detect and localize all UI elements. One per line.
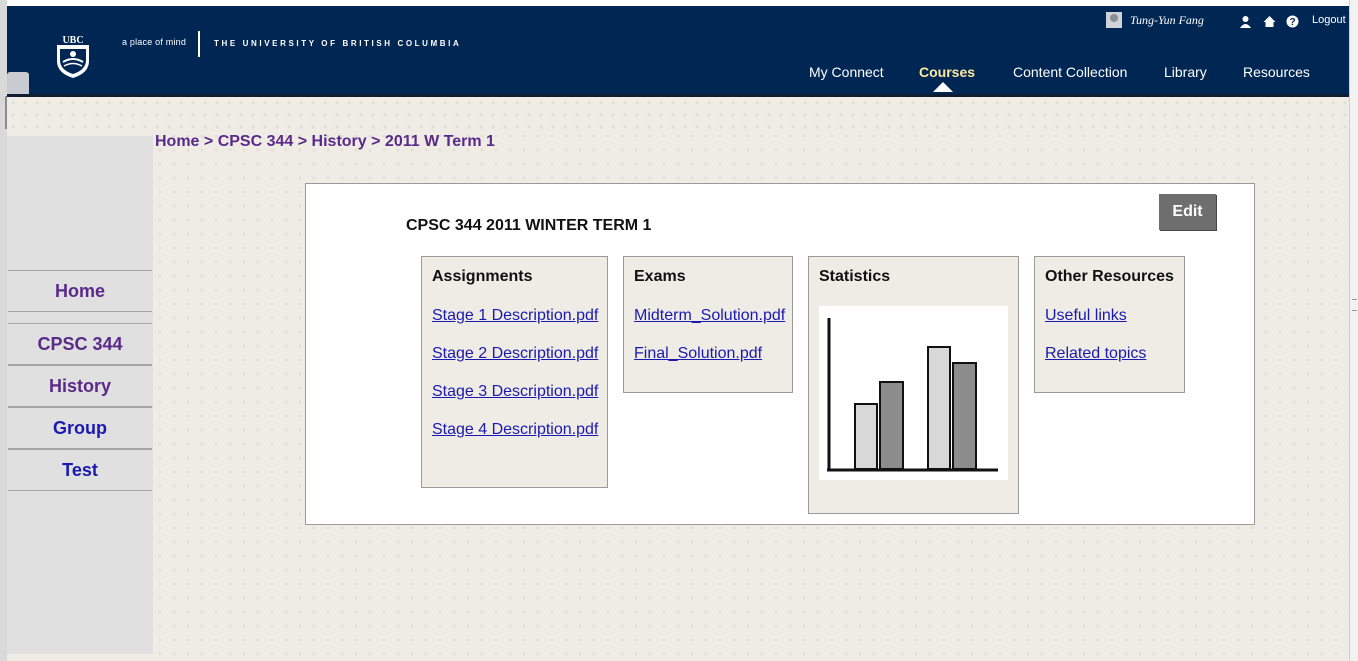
nav-library[interactable]: Library xyxy=(1164,64,1207,80)
home-icon[interactable] xyxy=(1263,15,1276,28)
active-nav-indicator xyxy=(933,82,953,92)
edit-button[interactable]: Edit xyxy=(1159,194,1216,230)
logo-text: UBC xyxy=(62,35,83,46)
statistics-heading: Statistics xyxy=(819,268,891,285)
user-name: Tung-Yun Fang xyxy=(1130,13,1204,27)
breadcrumb-home[interactable]: Home xyxy=(155,133,199,150)
nav-my-connect[interactable]: My Connect xyxy=(809,64,884,80)
university-name: THE UNIVERSITY OF BRITISH COLUMBIA xyxy=(214,39,462,48)
tagline: a place of mind xyxy=(122,37,187,47)
assignments-card: Assignments Stage 1 Description.pdf Stag… xyxy=(421,256,608,488)
nav-content-collection[interactable]: Content Collection xyxy=(1013,64,1127,80)
svg-text:?: ? xyxy=(1289,17,1295,28)
breadcrumb-history[interactable]: History xyxy=(312,133,367,150)
sidebar-item-history[interactable]: History xyxy=(8,365,152,407)
site-header: UBC a place of mind THE UNIVERSITY OF BR… xyxy=(7,6,1349,97)
course-term-panel: Edit CPSC 344 2011 WINTER TERM 1 Assignm… xyxy=(305,183,1255,525)
breadcrumb-separator: > xyxy=(203,133,214,150)
assignment-link-stage-2[interactable]: Stage 2 Description.pdf xyxy=(432,345,598,363)
exams-heading: Exams xyxy=(634,268,686,285)
sidebar-item-home[interactable]: Home xyxy=(8,270,152,312)
assignment-link-stage-4[interactable]: Stage 4 Description.pdf xyxy=(432,421,598,439)
ubc-crest-logo[interactable]: UBC xyxy=(54,33,92,79)
useful-links-link[interactable]: Useful links xyxy=(1045,307,1127,325)
assignment-link-stage-3[interactable]: Stage 3 Description.pdf xyxy=(432,383,598,401)
breadcrumb: Home > CPSC 344 > History > 2011 W Term … xyxy=(155,133,495,151)
other-resources-card: Other Resources Useful links Related top… xyxy=(1034,256,1185,393)
nav-resources[interactable]: Resources xyxy=(1243,64,1310,80)
breadcrumb-current: 2011 W Term 1 xyxy=(384,133,495,150)
breadcrumb-cpsc-344[interactable]: CPSC 344 xyxy=(218,133,294,150)
assignments-heading: Assignments xyxy=(432,268,533,285)
sidebar-item-cpsc-344[interactable]: CPSC 344 xyxy=(8,323,152,365)
course-sidebar: Home CPSC 344 History Group Test xyxy=(7,136,153,654)
related-topics-link[interactable]: Related topics xyxy=(1045,345,1146,363)
logout-link[interactable]: Logout xyxy=(1312,14,1346,26)
breadcrumb-separator: > xyxy=(297,133,308,150)
statistics-chart-image xyxy=(819,306,1008,480)
other-resources-heading: Other Resources xyxy=(1045,268,1174,285)
nav-courses[interactable]: Courses xyxy=(919,64,975,80)
statistics-card: Statistics xyxy=(808,256,1019,514)
page-title: CPSC 344 2011 WINTER TERM 1 xyxy=(406,217,652,234)
sidebar-item-group[interactable]: Group xyxy=(8,407,152,449)
vertical-scrollbar[interactable] xyxy=(1349,0,1358,661)
user-icon[interactable] xyxy=(1239,15,1252,28)
breadcrumb-separator: > xyxy=(371,133,381,150)
band-edge xyxy=(5,96,7,129)
collapse-tab[interactable] xyxy=(7,72,29,94)
exam-link-midterm[interactable]: Midterm_Solution.pdf xyxy=(634,307,785,325)
header-divider xyxy=(198,31,200,57)
user-avatar xyxy=(1106,12,1122,28)
bar-chart-illustration xyxy=(827,318,998,472)
sidebar-item-test[interactable]: Test xyxy=(8,449,152,491)
exams-card: Exams Midterm_Solution.pdf Final_Solutio… xyxy=(623,256,793,393)
scrollbar-grip[interactable] xyxy=(1352,299,1357,311)
header-band xyxy=(7,97,1349,129)
assignment-link-stage-1[interactable]: Stage 1 Description.pdf xyxy=(432,307,598,325)
exam-link-final[interactable]: Final_Solution.pdf xyxy=(634,345,762,363)
help-icon[interactable]: ? xyxy=(1286,15,1299,28)
